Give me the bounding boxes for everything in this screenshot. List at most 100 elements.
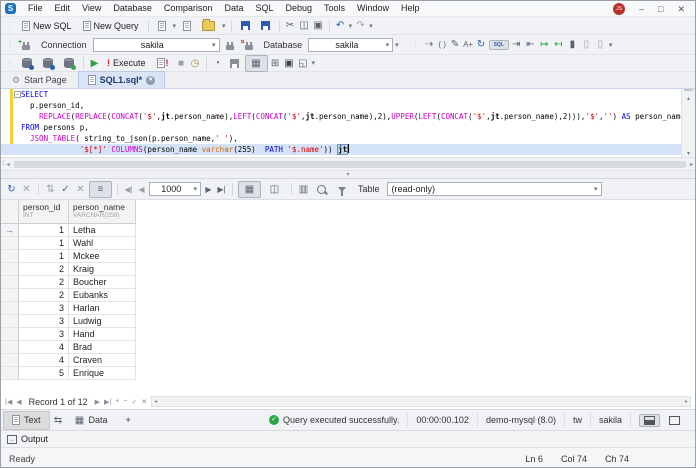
cell-person-id[interactable]: 4 (19, 354, 69, 367)
editor-vertical-scrollbar[interactable]: ══ ▴ ▾ (681, 89, 695, 157)
row-selector[interactable] (1, 250, 19, 263)
row-selector[interactable] (1, 302, 19, 315)
menu-view[interactable]: View (76, 1, 107, 16)
format-sql-button[interactable]: SQL (489, 40, 509, 50)
last-page-icon[interactable]: ▶| (216, 183, 227, 196)
cell-person-id[interactable]: 2 (19, 263, 69, 276)
grid-row[interactable]: 2Kraig (1, 263, 695, 276)
grid-row[interactable]: 1Wahl (1, 237, 695, 250)
tab-close-icon[interactable]: ✕ (146, 76, 155, 85)
menu-debug[interactable]: Debug (279, 1, 318, 16)
cell-person-name[interactable]: Kraig (69, 263, 136, 276)
cell-person-name[interactable]: Harlan (69, 302, 136, 315)
cell-person-id[interactable]: 5 (19, 367, 69, 380)
toolbar-grip[interactable]: ⋮ (409, 40, 422, 49)
next-page-icon[interactable]: ▶ (203, 183, 214, 196)
paste-icon[interactable]: ▣ (312, 19, 325, 32)
first-record-icon[interactable]: |◀ (5, 398, 12, 406)
column-header-person-name[interactable]: person_name VARCHAR(256) (69, 200, 136, 224)
commit-record-icon[interactable]: ✓ (131, 398, 137, 406)
execute-button[interactable]: ! Execute (102, 56, 151, 70)
cell-person-id[interactable]: 1 (19, 224, 69, 237)
grid-row[interactable]: 2Boucher (1, 276, 695, 289)
previous-record-icon[interactable]: ◀ (16, 398, 21, 406)
minimize-button[interactable]: – (639, 4, 644, 14)
menu-edit[interactable]: Edit (49, 1, 77, 16)
code-line-3[interactable]: REPLACE(REPLACE(CONCAT('$',jt.person_nam… (1, 111, 682, 122)
tab-data-view[interactable]: ▦ Data (67, 412, 116, 429)
tab-start-page[interactable]: ⚙ Start Page (3, 72, 76, 88)
font-increase-icon[interactable]: A+ (463, 38, 474, 51)
row-selector[interactable] (1, 276, 19, 289)
database-select[interactable]: sakila ▾ (308, 38, 393, 52)
cut-icon[interactable]: ✂ (284, 19, 297, 32)
tab-sql1[interactable]: SQL1.sql* ✕ (78, 71, 166, 88)
word-wrap-icon[interactable]: ⁞ (3, 161, 5, 167)
scroll-up-icon[interactable]: ▴ (687, 95, 690, 102)
cell-person-id[interactable]: 3 (19, 302, 69, 315)
execute-overflow-dropdown[interactable]: ▾ (311, 59, 317, 67)
scroll-down-icon[interactable]: ▾ (687, 150, 690, 157)
code-line-5[interactable]: JSON_TABLE( string_to_json(p.person_name… (1, 133, 682, 144)
editor-results-splitter[interactable]: ▾ (1, 170, 695, 179)
bottom-panel-toggle[interactable] (639, 414, 660, 427)
grid-row[interactable]: 2Eubanks (1, 289, 695, 302)
scroll-right-icon[interactable]: ▸ (690, 161, 693, 168)
grid-row[interactable]: 3Ludwig (1, 315, 695, 328)
validate-database-button[interactable] (59, 56, 79, 70)
toolbar-grip[interactable]: ⋮ (3, 21, 16, 30)
add-record-icon[interactable]: + (115, 398, 119, 405)
manage-connection-button[interactable] (17, 56, 37, 70)
connection-overflow-dropdown[interactable]: ▾ (394, 41, 400, 49)
sql-editor[interactable]: − SELECT p.person_id, REPLACE(REPLACE(CO… (1, 89, 695, 157)
full-panel-toggle[interactable] (664, 414, 685, 427)
new-window-icon[interactable]: ◱ (297, 57, 310, 70)
scroll-left-icon[interactable]: ◂ (154, 398, 157, 405)
new-connection-button[interactable]: + (17, 38, 35, 52)
indent-icon[interactable]: ⇥ (510, 38, 523, 51)
menu-file[interactable]: File (22, 1, 49, 16)
code-line-1[interactable]: SELECT (1, 89, 682, 100)
cell-person-name[interactable]: Ludwig (69, 315, 136, 328)
cell-person-id[interactable]: 3 (19, 315, 69, 328)
cancel-record-icon[interactable]: ✕ (141, 398, 147, 406)
menu-tools[interactable]: Tools (318, 1, 351, 16)
row-selector[interactable] (1, 315, 19, 328)
new-document-dropdown[interactable]: ▾ (172, 22, 178, 30)
cell-person-name[interactable]: Mckee (69, 250, 136, 263)
redo-icon[interactable]: ↷ (354, 19, 367, 32)
cell-person-id[interactable]: 1 (19, 237, 69, 250)
cell-person-id[interactable]: 2 (19, 276, 69, 289)
row-selector[interactable] (1, 328, 19, 341)
new-document-button[interactable] (153, 19, 171, 33)
menu-window[interactable]: Window (351, 1, 395, 16)
maximize-button[interactable]: □ (658, 4, 663, 14)
editor-horizontal-scrollbar[interactable]: ⁞ ◂ ▸ (1, 157, 695, 170)
save-all-button[interactable] (256, 19, 275, 32)
card-view-button[interactable]: ◫ (263, 181, 286, 198)
save-button[interactable] (236, 19, 255, 32)
table-mode-select[interactable]: (read-only) ▾ (387, 182, 602, 196)
cell-person-id[interactable]: 1 (19, 250, 69, 263)
new-query-button[interactable]: New Query (78, 19, 144, 33)
swap-views-icon[interactable]: ⇆ (52, 414, 65, 427)
run-icon[interactable]: ▶ (88, 57, 101, 70)
cell-person-name[interactable]: Enrique (69, 367, 136, 380)
copy-icon[interactable]: ◫ (298, 19, 311, 32)
layout-icon[interactable]: ⊞ (269, 57, 282, 70)
cell-person-id[interactable]: 3 (19, 328, 69, 341)
next-record-icon[interactable]: ▶ (95, 398, 100, 406)
last-record-icon[interactable]: ▶| (104, 398, 111, 406)
code-area[interactable]: SELECT p.person_id, REPLACE(REPLACE(CONC… (1, 89, 682, 155)
previous-bookmark-icon[interactable]: ▯ (580, 38, 593, 51)
menu-comparison[interactable]: Comparison (158, 1, 219, 16)
row-selector[interactable] (1, 289, 19, 302)
cell-person-id[interactable]: 2 (19, 289, 69, 302)
app-logo-icon[interactable]: S (5, 3, 16, 14)
toolbar-grip[interactable]: ⋮ (3, 40, 16, 49)
cell-person-name[interactable]: Boucher (69, 276, 136, 289)
current-row-indicator[interactable]: → (1, 224, 19, 237)
uncomment-icon[interactable]: ↤ (552, 38, 565, 51)
cell-person-name[interactable]: Hand (69, 328, 136, 341)
undo-icon[interactable]: ↶ (334, 19, 347, 32)
